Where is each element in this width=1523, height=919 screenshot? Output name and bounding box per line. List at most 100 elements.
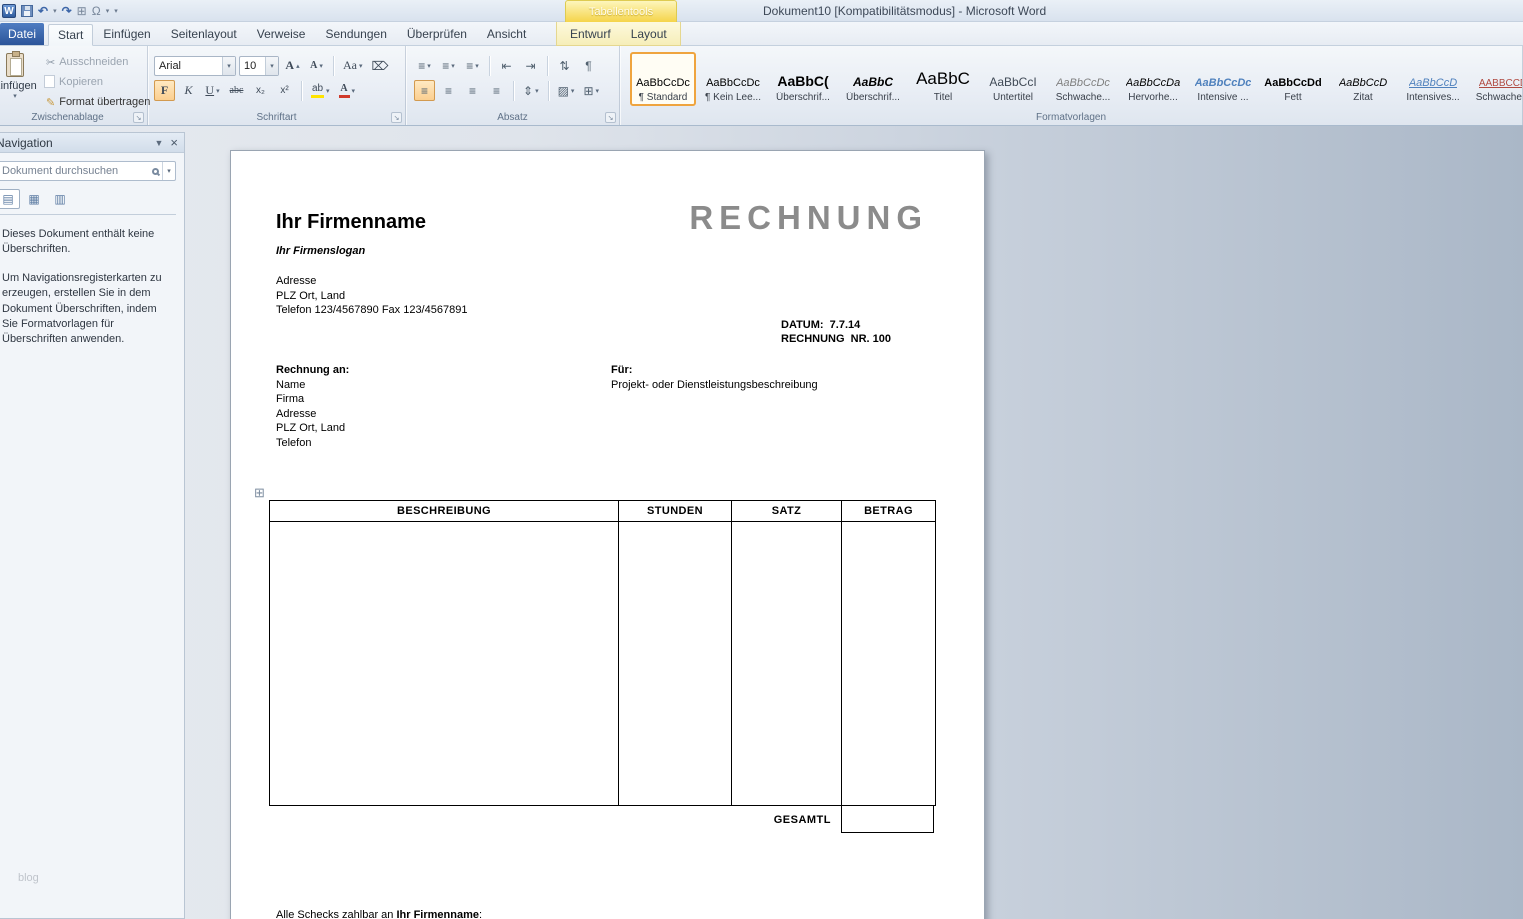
multilevel-list-button[interactable]: ≡▾ [462, 55, 483, 76]
search-input[interactable] [0, 163, 152, 179]
save-icon[interactable] [21, 5, 33, 17]
style-item[interactable]: AaBbCcDc Intensive ... [1190, 52, 1256, 106]
superscript-button[interactable]: x² [274, 80, 295, 101]
shading-button[interactable]: ▨▾ [555, 80, 578, 101]
paste-button[interactable]: Einfügen ▾ [0, 49, 42, 109]
undo-icon[interactable]: ↶ [38, 5, 48, 17]
invoice-table-header-cell[interactable]: BETRAG [842, 501, 935, 522]
style-item[interactable]: AaBbCcDc Schwache... [1050, 52, 1116, 106]
ribbon-tab[interactable]: Sendungen [315, 23, 396, 45]
shrink-font-button[interactable]: A▾ [306, 55, 327, 76]
window-title: Dokument10 [Kompatibilitätsmodus] - Micr… [763, 4, 1046, 18]
decrease-indent-button[interactable]: ⇤ [496, 55, 517, 76]
font-dialog-launcher[interactable]: ↘ [391, 112, 402, 123]
highlight-color-button[interactable]: ab ▾ [308, 80, 333, 101]
document-page[interactable]: Ihr Firmenname Ihr Firmenslogan AdresseP… [230, 150, 985, 919]
paste-dropdown-icon[interactable]: ▾ [13, 92, 17, 100]
invoice-table-body-cell[interactable] [842, 522, 935, 805]
numbering-button[interactable]: ≡▾ [438, 55, 459, 76]
bullets-button[interactable]: ≡▾ [414, 55, 435, 76]
justify-button[interactable]: ≡ [486, 80, 507, 101]
redo-icon[interactable]: ↷ [62, 5, 72, 17]
symbol-dropdown-icon[interactable]: ▾ [106, 7, 110, 15]
browse-pages-tab[interactable]: ▦ [22, 189, 46, 209]
clipboard-dialog-launcher[interactable]: ↘ [133, 112, 144, 123]
navigation-options-icon[interactable]: ▼ [154, 138, 163, 148]
cut-button[interactable]: ✂ Ausschneiden [46, 54, 150, 70]
ribbon-tab[interactable]: Seitenlayout [161, 23, 247, 45]
grow-font-button[interactable]: A▴ [282, 55, 303, 76]
format-painter-button[interactable]: ✎ Format übertragen [46, 94, 150, 110]
search-options-dropdown-icon[interactable]: ▾ [162, 162, 175, 180]
invoice-table[interactable]: BESCHREIBUNGSTUNDENSATZBETRAG [269, 500, 936, 806]
style-item[interactable]: AaBbCcD Intensives... [1400, 52, 1466, 106]
invoice-table-header-cell[interactable]: STUNDEN [619, 501, 732, 522]
subscript-button[interactable]: x₂ [250, 80, 271, 101]
align-right-button[interactable]: ≡ [462, 80, 483, 101]
table-move-handle-icon[interactable]: ⊞ [254, 485, 265, 501]
borders-button[interactable]: ⊞▾ [580, 80, 602, 101]
word-app-icon[interactable]: W [2, 4, 16, 18]
copy-button[interactable]: Kopieren [46, 74, 150, 90]
align-left-button[interactable]: ≡ [414, 80, 435, 101]
font-size-combo[interactable]: 10 ▾ [239, 56, 279, 76]
navigation-message-paragraph: Dieses Dokument enthält keine Überschrif… [2, 227, 170, 258]
word-window: W ↶ ▾ ↷ ⊞ Ω ▾ ▾ Tabellentools Dokument10… [0, 0, 1523, 919]
change-case-button[interactable]: Aa▾ [340, 55, 366, 76]
sort-button[interactable]: ⇅ [554, 55, 575, 76]
undo-dropdown-icon[interactable]: ▾ [53, 7, 57, 15]
font-family-combo[interactable]: Arial ▾ [154, 56, 236, 76]
style-item[interactable]: AaBbCcDd Fett [1260, 52, 1326, 106]
symbol-omega-icon[interactable]: Ω [92, 5, 101, 17]
font-size-dropdown-icon[interactable]: ▾ [265, 57, 278, 75]
strikethrough-button[interactable]: abc [226, 80, 247, 101]
style-item[interactable]: AABBCCD Schwache... [1470, 52, 1522, 106]
invoice-table-body-cell[interactable] [619, 522, 732, 805]
style-item[interactable]: AaBbCcDc ¶ Standard [630, 52, 696, 106]
invoice-table-body-cell[interactable] [732, 522, 842, 805]
style-item[interactable]: AaBbCcD Zitat [1330, 52, 1396, 106]
table-grid-icon[interactable]: ⊞ [77, 5, 87, 17]
ribbon-tab[interactable]: Überprüfen [397, 23, 477, 45]
style-preview: AaBbCcDc [706, 61, 760, 89]
browse-results-tab[interactable]: ▥ [48, 189, 72, 209]
close-icon[interactable]: × [170, 136, 178, 149]
style-item[interactable]: AaBbC Überschrif... [840, 52, 906, 106]
underline-button[interactable]: U▾ [202, 80, 223, 101]
navigation-message-paragraph: Um Navigationsregisterkarten zu erzeugen… [2, 271, 170, 348]
format-painter-label: Format übertragen [59, 96, 150, 108]
invoice-table-body-cell[interactable] [270, 522, 619, 805]
increase-indent-button[interactable]: ⇥ [520, 55, 541, 76]
bold-button[interactable]: F [154, 80, 175, 101]
divider [547, 56, 548, 76]
style-item[interactable]: AaBbC Titel [910, 52, 976, 106]
show-paragraph-marks-button[interactable]: ¶ [578, 55, 599, 76]
style-item[interactable]: AaBbC( Überschrif... [770, 52, 836, 106]
clear-formatting-button[interactable]: ⌦ [369, 55, 392, 76]
paragraph-dialog-launcher[interactable]: ↘ [605, 112, 616, 123]
contextual-tab[interactable]: Layout [621, 23, 677, 45]
align-center-button[interactable]: ≡ [438, 80, 459, 101]
style-item[interactable]: AaBbCcI Untertitel [980, 52, 1046, 106]
invoice-table-header-cell[interactable]: BESCHREIBUNG [270, 501, 619, 522]
ribbon-tab[interactable]: Ansicht [477, 23, 536, 45]
invoice-total-row: GESAMTL [269, 806, 936, 833]
browse-headings-tab[interactable]: ▤ [0, 189, 20, 209]
search-icon[interactable] [152, 168, 159, 175]
bill-to-line: Firma [276, 392, 349, 407]
contextual-tab[interactable]: Entwurf [560, 23, 621, 45]
ribbon-tab[interactable]: Start [48, 24, 93, 46]
font-color-button[interactable]: A ▾ [336, 80, 359, 101]
invoice-table-header-cell[interactable]: SATZ [732, 501, 842, 522]
total-amount-cell[interactable] [841, 806, 934, 833]
tab-datei[interactable]: Datei [0, 23, 44, 45]
qat-more-icon[interactable]: ▾ [114, 7, 118, 15]
italic-button[interactable]: K [178, 80, 199, 101]
font-family-dropdown-icon[interactable]: ▾ [222, 57, 235, 75]
line-spacing-button[interactable]: ⇕▾ [520, 80, 542, 101]
style-item[interactable]: AaBbCcDc ¶ Kein Lee... [700, 52, 766, 106]
ribbon-tab[interactable]: Einfügen [93, 23, 160, 45]
navigation-view-tabs: ▤ ▦ ▥ [0, 189, 176, 215]
ribbon-tab[interactable]: Verweise [247, 23, 316, 45]
style-item[interactable]: AaBbCcDa Hervorhe... [1120, 52, 1186, 106]
